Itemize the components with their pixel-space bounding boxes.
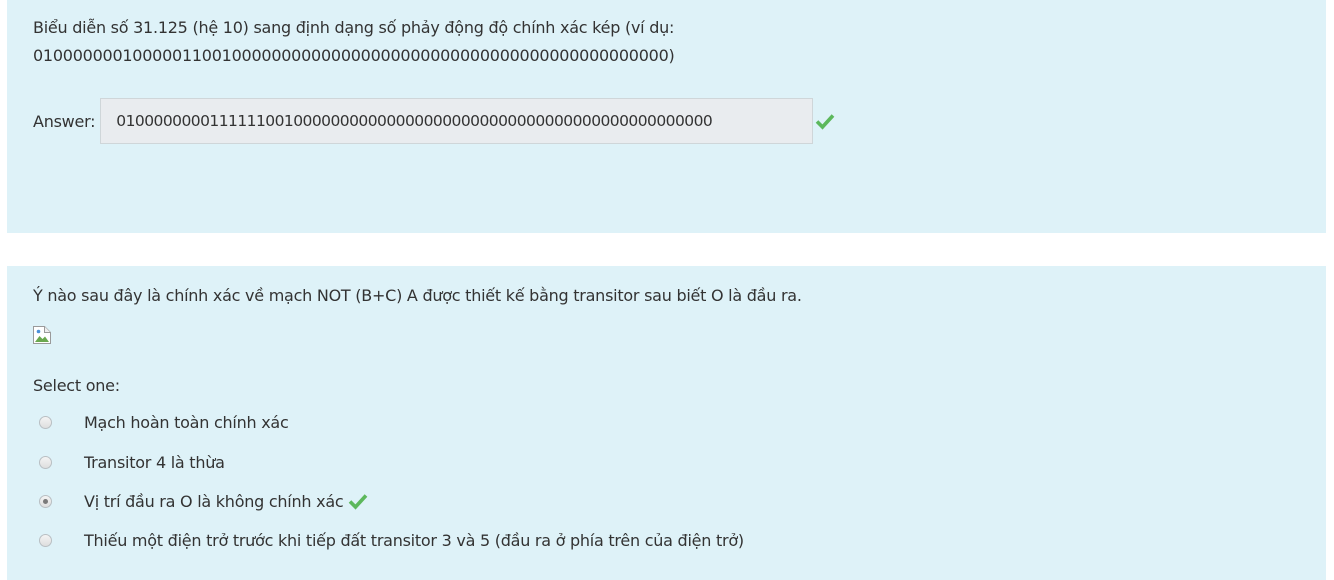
option-1[interactable]: Mạch hoàn toàn chính xác [39,410,289,434]
radio-button[interactable] [39,455,52,469]
option-label: Mạch hoàn toàn chính xác [84,412,289,432]
option-label: Thiếu một điện trở trước khi tiếp đất tr… [84,530,744,550]
question-1-text-line-2: 0100000001000001100100000000000000000000… [33,46,675,65]
question-2-text: Ý nào sau đây là chính xác về mạch NOT (… [33,286,802,305]
option-4[interactable]: Thiếu một điện trở trước khi tiếp đất tr… [39,528,744,552]
answer-row: Answer: [33,98,835,144]
question-1-panel: Biểu diễn số 31.125 (hệ 10) sang định dạ… [7,0,1326,233]
question-1-text: Biểu diễn số 31.125 (hệ 10) sang định dạ… [33,14,1293,70]
radio-button[interactable] [39,533,52,547]
radio-button-selected[interactable] [39,494,52,508]
answer-input[interactable] [100,98,814,144]
check-icon [815,112,835,130]
check-icon [348,492,368,510]
broken-image-icon [32,325,52,345]
option-label: Transitor 4 là thừa [84,452,225,472]
question-1-text-line-1: Biểu diễn số 31.125 (hệ 10) sang định dạ… [33,18,675,37]
option-label: Vị trí đầu ra O là không chính xác [84,491,344,511]
radio-button[interactable] [39,415,52,429]
option-3[interactable]: Vị trí đầu ra O là không chính xác [39,489,368,513]
question-2-panel: Ý nào sau đây là chính xác về mạch NOT (… [7,266,1326,580]
select-one-label: Select one: [33,376,120,395]
option-2[interactable]: Transitor 4 là thừa [39,450,225,474]
answer-label: Answer: [33,111,96,131]
